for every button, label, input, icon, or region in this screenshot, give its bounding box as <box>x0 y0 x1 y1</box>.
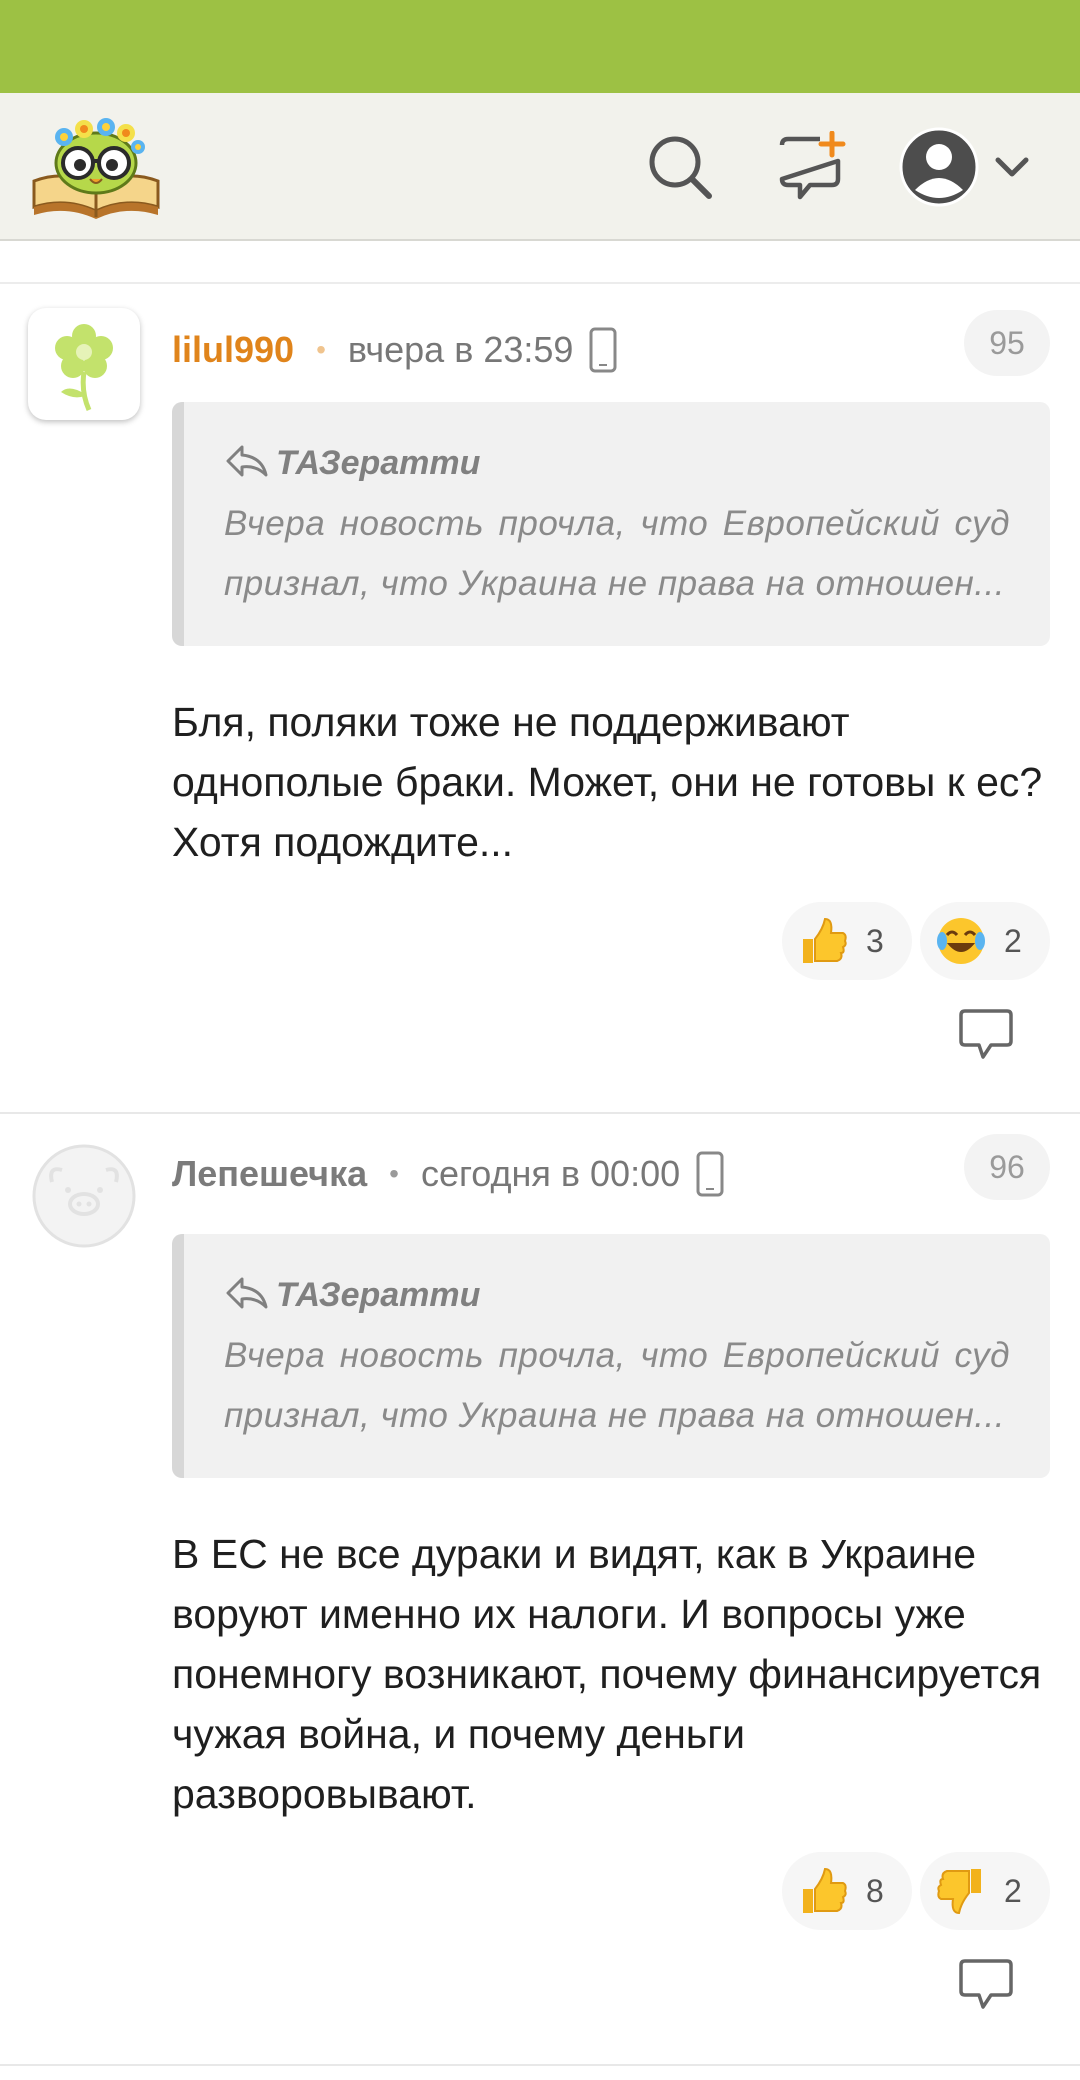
quote-text: Вчера новость прочла, что Европейский су… <box>224 504 1010 603</box>
comment-number[interactable]: 95 <box>964 310 1050 376</box>
reaction-thumbs-up[interactable]: 3 <box>782 902 912 980</box>
quote-author[interactable]: ТАЗератти <box>276 1276 480 1315</box>
pig-avatar-icon <box>32 1144 136 1248</box>
quote-text: Вчера новость прочла, что Европейский су… <box>224 1336 1010 1435</box>
comment-icon <box>959 1009 1013 1059</box>
thumbs-down-icon <box>934 1864 988 1918</box>
user-avatar[interactable] <box>30 1142 138 1250</box>
reaction-count: 2 <box>1004 922 1022 959</box>
comment-time: сегодня в 00:00 <box>420 1153 681 1194</box>
profile-menu-button[interactable] <box>898 121 1038 213</box>
reaction-laughing[interactable]: 2 <box>920 902 1050 980</box>
chevron-down-icon <box>995 157 1029 177</box>
thumbs-up-icon <box>796 1864 850 1918</box>
reaction-thumbs-down[interactable]: 2 <box>920 1852 1050 1930</box>
comment: Лепешечка • сегодня в 00:00 96 ТАЗератти… <box>0 1114 1080 2066</box>
owl-book-logo[interactable] <box>30 111 162 223</box>
reply-button[interactable] <box>956 1956 1016 2012</box>
comment: lilul990 • вчера в 23:59 95 ТАЗератти Вч… <box>0 308 1080 1114</box>
author-name[interactable]: lilul990 <box>172 329 294 371</box>
mobile-device-icon <box>589 327 617 373</box>
comment-divider <box>0 2064 1080 2066</box>
search-icon <box>649 136 712 199</box>
laughing-tears-icon <box>934 914 988 968</box>
author-name[interactable]: Лепешечка <box>172 1153 367 1195</box>
quote-block[interactable]: ТАЗератти Вчера новость прочла, что Евро… <box>172 1234 1050 1478</box>
quote-author[interactable]: ТАЗератти <box>276 444 480 483</box>
reply-arrow-icon <box>224 443 268 484</box>
comment-body: Бля, поляки тоже не поддерживают однопол… <box>172 699 1043 865</box>
comment-time: вчера в 23:59 <box>347 329 574 370</box>
comment-meta: Лепешечка • сегодня в 00:00 <box>172 1142 724 1206</box>
comment-icon <box>959 1959 1013 2009</box>
search-button[interactable] <box>640 127 720 207</box>
reply-button[interactable] <box>956 1006 1016 1062</box>
reaction-count: 2 <box>1004 1872 1022 1909</box>
separator-dot: • <box>389 1158 399 1189</box>
reaction-thumbs-up[interactable]: 8 <box>782 1852 912 1930</box>
reaction-count: 8 <box>866 1872 884 1909</box>
quote-block[interactable]: ТАЗератти Вчера новость прочла, что Евро… <box>172 402 1050 646</box>
reply-arrow-icon <box>224 1275 268 1316</box>
reaction-count: 3 <box>866 922 884 959</box>
new-post-icon <box>779 131 846 200</box>
separator-dot: • <box>316 334 326 365</box>
comment-body: В ЕС не все дураки и видят, как в Украин… <box>172 1531 1042 1817</box>
avatar-icon <box>899 127 979 207</box>
thumbs-up-icon <box>796 914 850 968</box>
app-header <box>0 93 1080 241</box>
clover-flower-icon <box>55 324 113 412</box>
comment-meta: lilul990 • вчера в 23:59 <box>172 318 617 382</box>
mobile-device-icon <box>696 1151 724 1197</box>
comment-number[interactable]: 96 <box>964 1134 1050 1200</box>
divider <box>0 282 1080 284</box>
new-post-button[interactable] <box>772 127 852 207</box>
user-avatar[interactable] <box>28 308 140 420</box>
status-bar <box>0 0 1080 93</box>
